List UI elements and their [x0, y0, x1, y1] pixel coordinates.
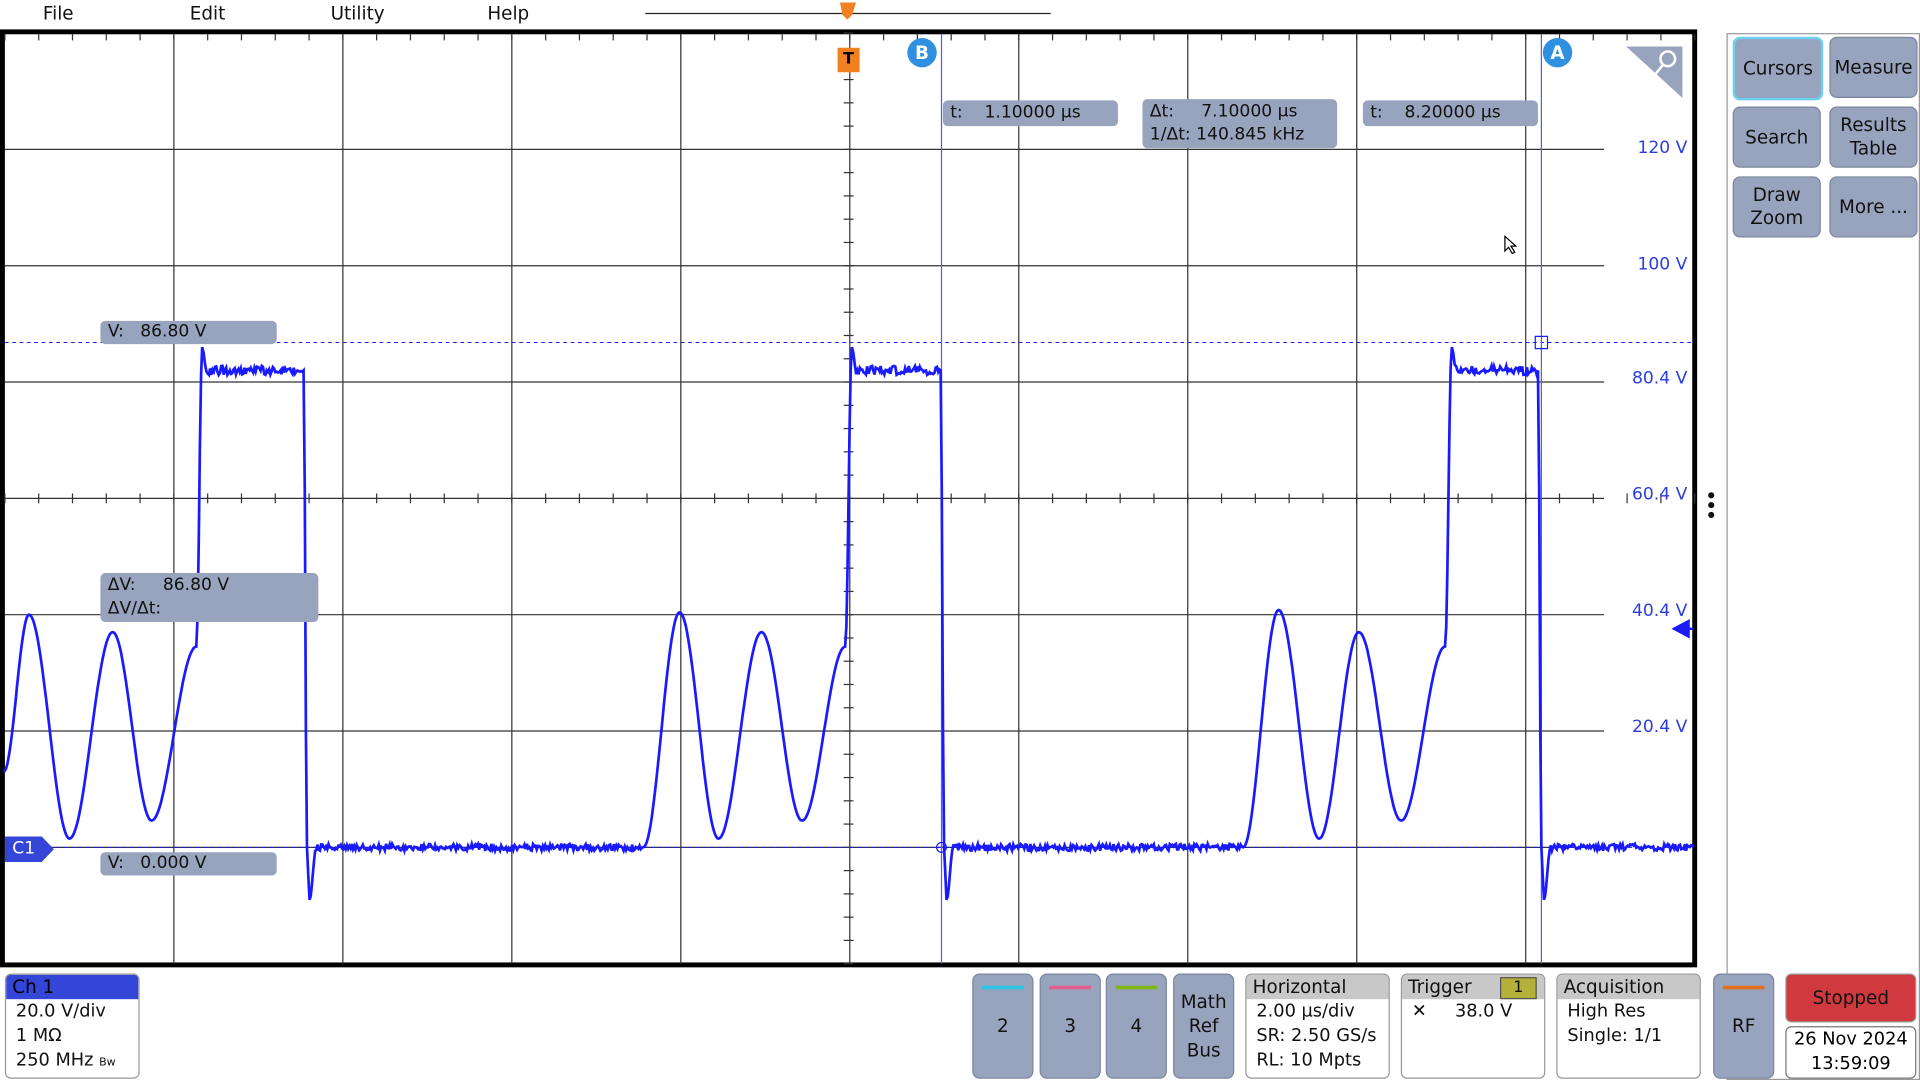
acquisition-badge[interactable]: Acquisition High Res Single: 1/1 — [1556, 973, 1700, 1078]
results-table-button[interactable]: Results Table — [1829, 107, 1917, 168]
delta-t: Δt: 7.10000 µs — [1150, 100, 1330, 123]
volt-label: 60.4 V — [1614, 485, 1687, 505]
cursor-b-time-readout: t: 1.10000 µs — [943, 100, 1118, 126]
sample-rate: SR: 2.50 GS/s — [1247, 1024, 1389, 1048]
inverse-delta-t: 1/Δt: 140.845 kHz — [1150, 124, 1330, 147]
trigger-level: 38.0 V — [1455, 1002, 1512, 1022]
cursors-button[interactable]: Cursors — [1733, 37, 1824, 101]
horizontal-badge[interactable]: Horizontal 2.00 µs/div SR: 2.50 GS/s RL:… — [1245, 973, 1389, 1078]
mouse-pointer-icon — [1504, 235, 1519, 255]
record-length: RL: 10 Mpts — [1247, 1048, 1389, 1072]
trigger-edge-icon: ✕ — [1412, 1002, 1427, 1022]
channel4-button[interactable]: 4 — [1106, 973, 1167, 1078]
draw-zoom-button[interactable]: Draw Zoom — [1733, 176, 1821, 237]
waveform-display[interactable] — [0, 0, 1920, 1080]
trigger-position-marker[interactable]: T — [838, 48, 860, 72]
channel1-badge[interactable]: Ch 1 20.0 V/div 1 MΩ 250 MHz Bw — [5, 973, 140, 1078]
date: 26 Nov 2024 — [1787, 1027, 1916, 1051]
math-ref-bus-button[interactable]: Math Ref Bus — [1173, 973, 1234, 1078]
acquisition-count: Single: 1/1 — [1558, 1024, 1700, 1048]
channel3-label: 3 — [1064, 1014, 1076, 1038]
volt-label: 40.4 V — [1614, 601, 1687, 621]
cursor-a-time-readout: t: 8.20000 µs — [1363, 100, 1538, 126]
cursor-v-top-readout: V: 86.80 V — [100, 321, 276, 344]
cursor-a-handle[interactable]: A — [1543, 38, 1572, 67]
trigger-badge[interactable]: Trigger 1 ✕ 38.0 V — [1401, 973, 1545, 1078]
trigger-title: Trigger — [1408, 976, 1471, 998]
channel2-button[interactable]: 2 — [972, 973, 1033, 1078]
ch1-scale: 20.0 V/div — [6, 999, 138, 1023]
delta-v-readout: ΔV: 86.80 V ΔV/Δt: — [100, 573, 318, 622]
cursor-v-bottom-readout: V: 0.000 V — [100, 852, 276, 875]
dv-dt: ΔV/Δt: — [108, 598, 311, 621]
delta-t-readout: Δt: 7.10000 µs 1/Δt: 140.845 kHz — [1142, 99, 1337, 148]
volt-label: 100 V — [1614, 255, 1687, 275]
horizontal-title: Horizontal — [1247, 975, 1389, 999]
zoom-magnifier-icon[interactable] — [1624, 44, 1685, 100]
oscilloscope-screen: File Edit Utility Help T B A t: 1.10000 … — [0, 0, 1920, 1080]
time: 13:59:09 — [1787, 1052, 1916, 1076]
ch1-impedance: 1 MΩ — [6, 1024, 138, 1048]
trigger-source-badge: 1 — [1500, 977, 1537, 999]
rf-button[interactable]: RF — [1713, 973, 1774, 1078]
ch1-bandwidth: 250 MHz — [16, 1051, 94, 1071]
more-button[interactable]: More ... — [1829, 176, 1917, 237]
trigger-record-marker — [840, 2, 856, 19]
acquisition-mode: High Res — [1558, 999, 1700, 1023]
channel2-label: 2 — [997, 1014, 1009, 1038]
volt-label: 120 V — [1614, 138, 1687, 158]
date-time: 26 Nov 2024 13:59:09 — [1785, 1026, 1916, 1079]
rf-label: RF — [1732, 1014, 1755, 1038]
run-stop-status[interactable]: Stopped — [1785, 973, 1916, 1022]
time-per-div: 2.00 µs/div — [1247, 999, 1389, 1023]
acquisition-title: Acquisition — [1558, 975, 1700, 999]
volt-label: 20.4 V — [1614, 718, 1687, 738]
cursor-b-handle[interactable]: B — [907, 38, 936, 67]
search-button[interactable]: Search — [1733, 107, 1821, 168]
measure-button[interactable]: Measure — [1829, 37, 1917, 98]
channel3-button[interactable]: 3 — [1040, 973, 1101, 1078]
bandwidth-limit-icon: Bw — [99, 1057, 116, 1069]
channel4-label: 4 — [1130, 1014, 1142, 1038]
delta-v: ΔV: 86.80 V — [108, 574, 311, 597]
volt-label: 80.4 V — [1614, 369, 1687, 389]
more-options-dots-icon[interactable] — [1708, 492, 1715, 518]
channel1-title: Ch 1 — [6, 975, 138, 999]
